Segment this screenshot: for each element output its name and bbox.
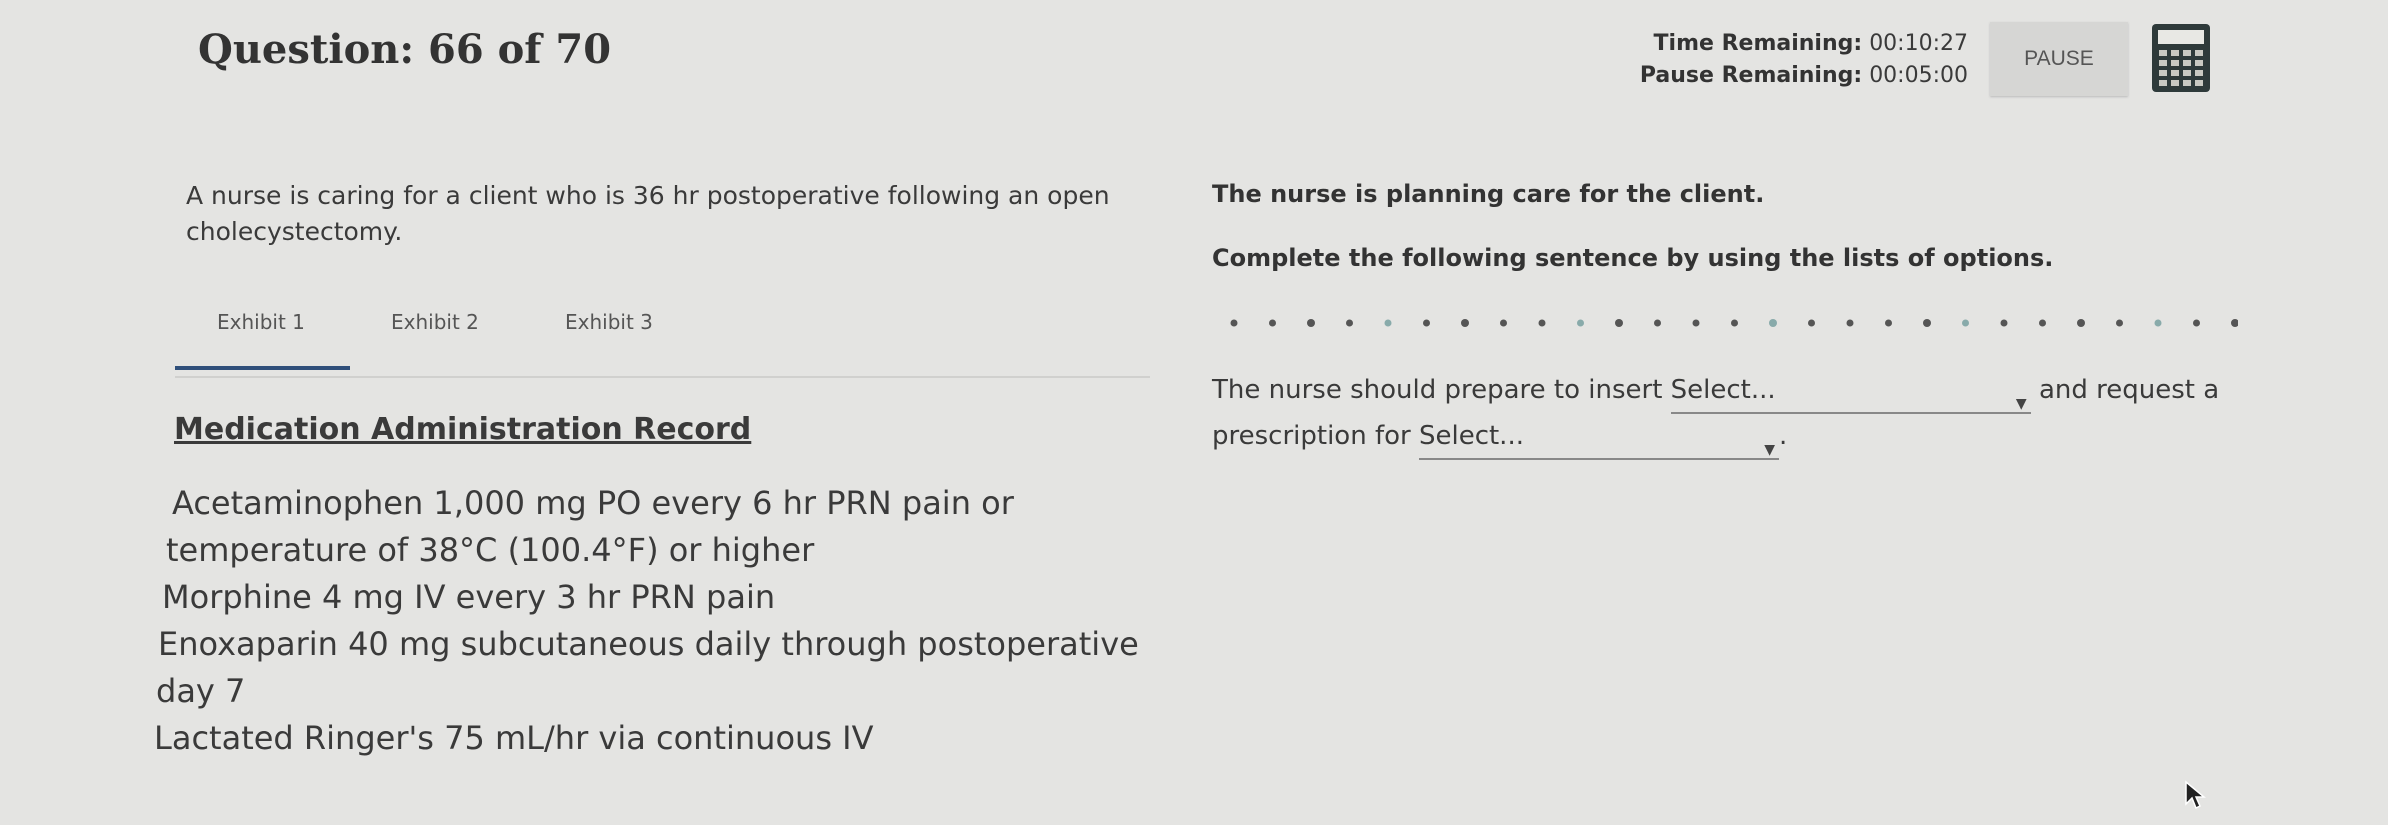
- scenario-text: A nurse is caring for a client who is 36…: [186, 181, 1110, 246]
- separator-dot: [1307, 319, 1315, 327]
- time-remaining-label: Time Remaining:: [1653, 31, 1863, 56]
- active-tab-indicator: [175, 366, 350, 370]
- dotted-separator: [1230, 319, 2238, 327]
- select-dropdown-1[interactable]: Select... ▼: [1670, 368, 2031, 414]
- time-remaining: Time Remaining: 00:10:27: [1600, 28, 1968, 60]
- separator-dot: [1731, 319, 1738, 327]
- separator-dot: [1769, 319, 1777, 327]
- select-2-value: Select...: [1418, 421, 1524, 451]
- chevron-down-icon: ▼: [2015, 396, 2027, 412]
- separator-dot: [1923, 319, 1931, 327]
- separator-dot: [1500, 319, 1507, 327]
- medication-line: Morphine 4 mg IV every 3 hr PRN pain: [162, 578, 776, 616]
- tab-exhibit-1[interactable]: Exhibit 1: [217, 310, 305, 334]
- separator-dot: [2231, 319, 2238, 327]
- chevron-down-icon: ▼: [1764, 442, 1775, 458]
- medication-list: Acetaminophen 1,000 mg PO every 6 hr PRN…: [154, 480, 1154, 762]
- record-title: Medication Administration Record: [174, 412, 752, 447]
- separator-dot: [1346, 319, 1353, 327]
- separator-dot: [1423, 319, 1430, 327]
- separator-dot: [1846, 319, 1854, 327]
- tab-exhibit-3[interactable]: Exhibit 3: [565, 310, 653, 334]
- separator-dot: [1230, 319, 1238, 327]
- sentence-part-1: The nurse should prepare to insert: [1212, 375, 1663, 405]
- drop-down-sentence: The nurse should prepare to insert Selec…: [1212, 368, 2232, 460]
- separator-dot: [1654, 319, 1661, 327]
- separator-dot: [1538, 319, 1546, 327]
- separator-dot: [1615, 319, 1623, 327]
- separator-dot: [2039, 319, 2046, 327]
- separator-dot: [2193, 319, 2200, 327]
- sentence-end: .: [1778, 421, 1788, 451]
- medication-line: day 7: [156, 672, 246, 710]
- separator-dot: [1461, 319, 1469, 327]
- question-counter: Question: 66 of 70: [198, 26, 612, 73]
- separator-dot: [1269, 319, 1276, 327]
- time-remaining-value: 00:10:27: [1869, 31, 1968, 56]
- separator-dot: [1577, 319, 1584, 327]
- medication-line: Acetaminophen 1,000 mg PO every 6 hr PRN…: [172, 484, 1014, 522]
- separator-dot: [1384, 319, 1392, 327]
- medication-line: Enoxaparin 40 mg subcutaneous daily thro…: [158, 625, 1139, 663]
- separator-dot: [1808, 319, 1815, 327]
- question-instruction: Complete the following sentence by using…: [1212, 244, 2054, 272]
- tab-divider: [175, 376, 1150, 378]
- pause-button[interactable]: PAUSE: [1990, 22, 2128, 96]
- separator-dot: [2116, 319, 2123, 327]
- exhibit-tabs: Exhibit 1 Exhibit 2 Exhibit 3: [175, 310, 1150, 380]
- question-prompt: The nurse is planning care for the clien…: [1212, 180, 1765, 208]
- select-dropdown-2[interactable]: Select... ▼: [1418, 414, 1779, 460]
- calculator-icon[interactable]: [2150, 22, 2212, 94]
- separator-dot: [2000, 319, 2008, 327]
- separator-dot: [2154, 319, 2162, 327]
- medication-line: Lactated Ringer's 75 mL/hr via continuou…: [154, 719, 874, 757]
- select-1-value: Select...: [1670, 375, 1776, 405]
- separator-dot: [1962, 319, 1969, 327]
- mouse-cursor-icon: [2185, 780, 2206, 810]
- tab-exhibit-2[interactable]: Exhibit 2: [391, 310, 479, 334]
- separator-dot: [2077, 319, 2085, 327]
- medication-line: temperature of 38°C (100.4°F) or higher: [166, 531, 815, 569]
- pause-remaining-label: Pause Remaining:: [1639, 63, 1863, 88]
- timer-panel: Time Remaining: 00:10:27 Pause Remaining…: [1600, 28, 1968, 92]
- separator-dot: [1692, 319, 1700, 327]
- pause-remaining-value: 00:05:00: [1869, 63, 1968, 88]
- pause-remaining: Pause Remaining: 00:05:00: [1600, 60, 1968, 92]
- separator-dot: [1885, 319, 1892, 327]
